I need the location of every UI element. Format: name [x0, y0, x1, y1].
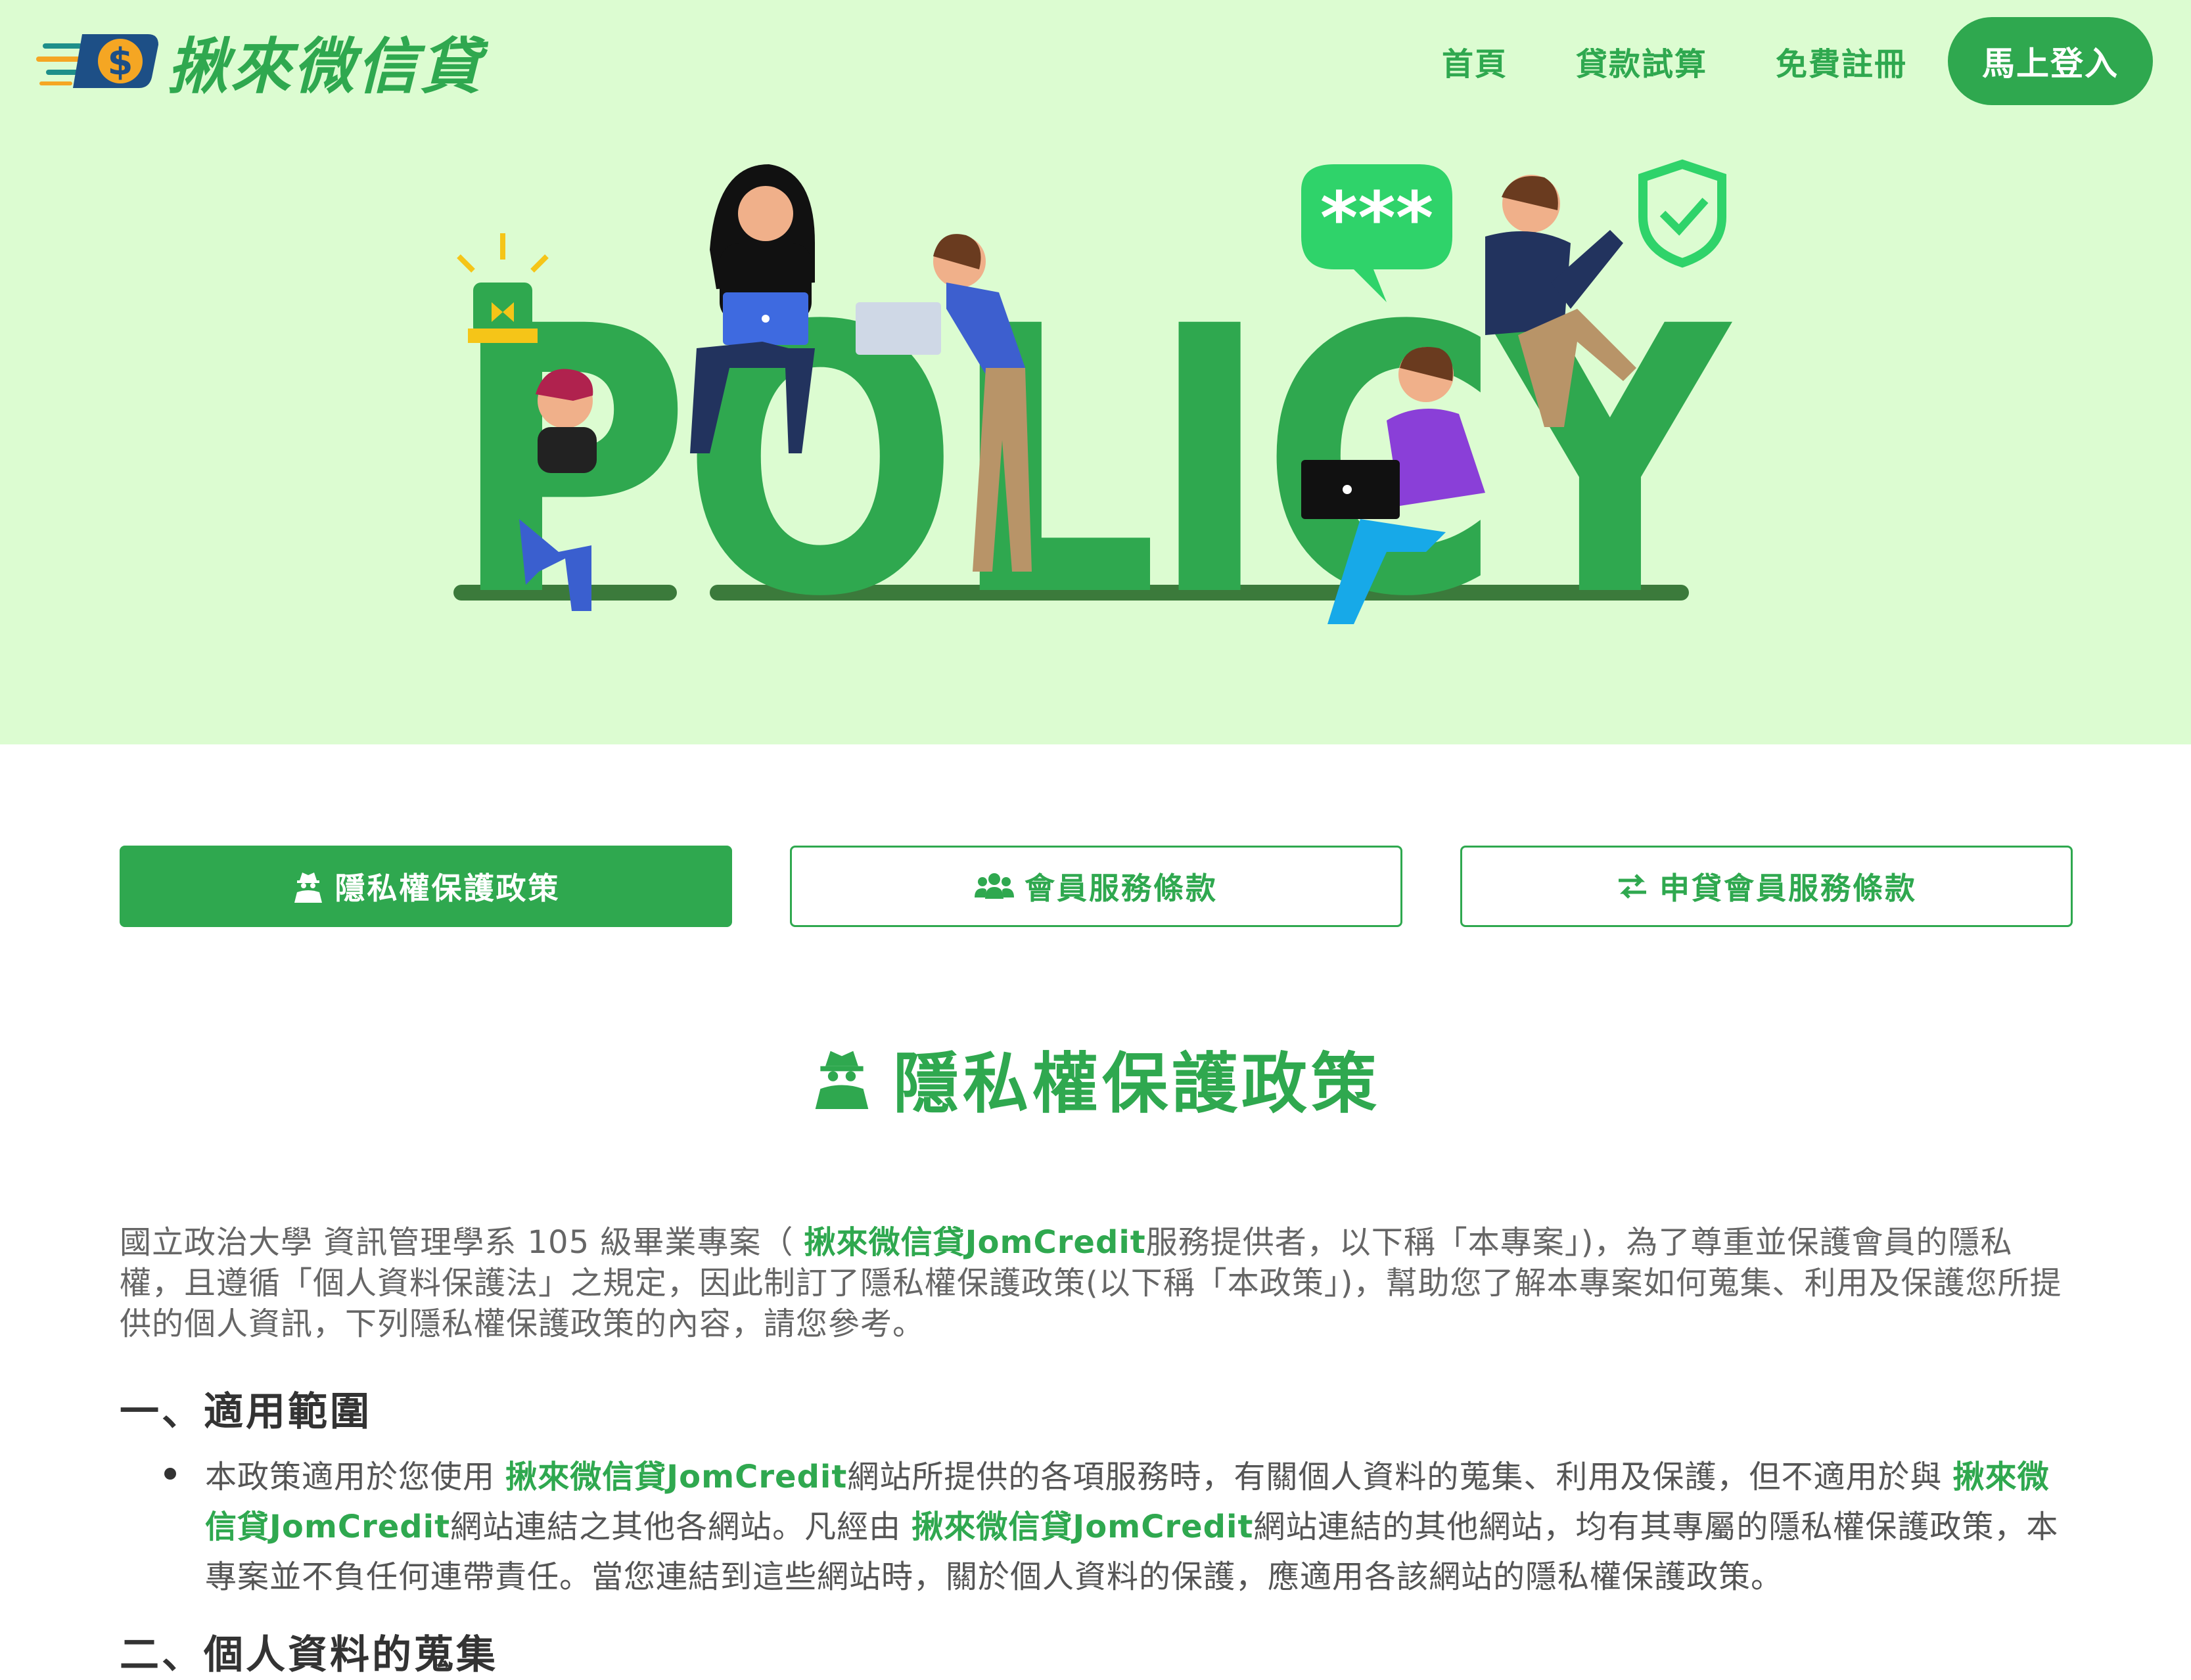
user-secret-icon — [294, 873, 322, 903]
bullet-marker — [164, 1468, 176, 1480]
list-item: 本政策適用於您使用 揪來微信貸JomCredit網站所提供的各項服務時，有關個人… — [205, 1452, 2071, 1602]
tab-label: 會員服務條款 — [1025, 871, 1218, 906]
tab-label: 隱私權保護政策 — [334, 871, 561, 906]
brand-name: 揪來微信貸JomCredit — [911, 1509, 1254, 1545]
hero-banner: $ 揪來微信貸 首頁 貸款試算 免費註冊 馬上登入 POLICY *** — [0, 0, 2191, 744]
site-logo[interactable]: $ 揪來微信貸 — [36, 25, 483, 102]
policy-tabs: 隱私權保護政策 會員服務條款 申貸會員服務條款 — [120, 846, 2073, 927]
nav-register-link[interactable]: 免費註冊 — [1776, 38, 1907, 84]
exchange-icon — [1619, 874, 1646, 899]
main-nav: 首頁 貸款試算 免費註冊 馬上登入 — [1373, 17, 2153, 105]
speech-bubble-text: *** — [1320, 176, 1434, 260]
page-title-text: 隱私權保護政策 — [893, 1045, 1381, 1122]
tab-member-terms[interactable]: 會員服務條款 — [790, 846, 1402, 927]
bullet-text: 本政策適用於您使用 — [205, 1459, 506, 1495]
dollar-coin-icon: $ — [36, 34, 158, 88]
section-heading-collection: 二、個人資料的蒐集 — [120, 1632, 498, 1678]
page-title: 隱私權保護政策 — [0, 1035, 2191, 1122]
policy-illustration: POLICY *** — [450, 159, 1744, 650]
bullet-text: 網站連結之其他各網站。凡經由 — [450, 1509, 912, 1545]
users-icon — [975, 873, 1014, 899]
tab-label: 申貸會員服務條款 — [1659, 871, 1917, 906]
section-heading-scope: 一、適用範圍 — [120, 1389, 372, 1435]
intro-text: 國立政治大學 資訊管理學系 105 級畢業專案（ — [120, 1224, 804, 1261]
tab-loan-member-terms[interactable]: 申貸會員服務條款 — [1460, 846, 2073, 927]
intro-paragraph: 國立政治大學 資訊管理學系 105 級畢業專案（ 揪來微信貸JomCredit服… — [120, 1222, 2071, 1344]
login-button[interactable]: 馬上登入 — [1948, 17, 2153, 105]
brand-name: 揪來微信貸JomCredit — [505, 1459, 848, 1495]
brand-name: 揪來微信貸JomCredit — [804, 1224, 1146, 1261]
bullet-text: 網站所提供的各項服務時，有關個人資料的蒐集、利用及保護，但不適用於與 — [847, 1459, 1953, 1495]
svg-text:$: $ — [108, 41, 133, 83]
logo-text: 揪來微信貸 — [168, 30, 484, 102]
tab-privacy-policy[interactable]: 隱私權保護政策 — [120, 846, 732, 927]
nav-loan-calculator-link[interactable]: 貸款試算 — [1576, 38, 1707, 84]
nav-home-link[interactable]: 首頁 — [1442, 38, 1508, 84]
user-secret-icon — [815, 1051, 869, 1109]
